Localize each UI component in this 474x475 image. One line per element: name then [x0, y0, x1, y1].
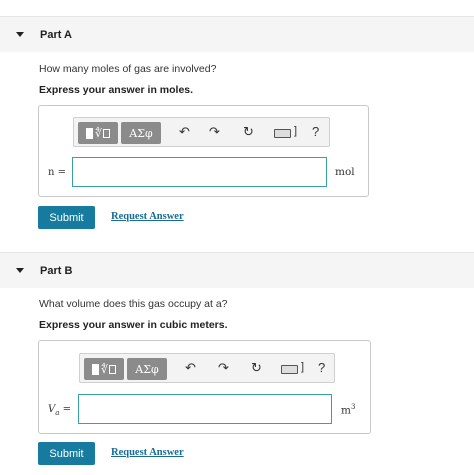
part-b-unit-base: m	[341, 404, 351, 417]
part-a-submit-button[interactable]: Submit	[38, 206, 95, 229]
template-box-icon	[103, 128, 110, 138]
keyboard-icon[interactable]	[274, 129, 291, 138]
part-a-instruction: Express your answer in moles.	[39, 84, 194, 96]
part-a-title: Part A	[40, 28, 72, 41]
reset-icon[interactable]: ↻	[243, 125, 254, 141]
template-box-icon	[109, 364, 116, 374]
part-a-request-answer-link[interactable]: Request Answer	[111, 211, 184, 222]
part-b-variable-eq: =	[59, 404, 71, 415]
part-a-answer-input[interactable]	[72, 157, 327, 187]
redo-icon[interactable]: ↷	[209, 125, 220, 141]
keyboard-icon[interactable]	[281, 365, 298, 374]
part-b-submit-button[interactable]: Submit	[38, 442, 95, 465]
help-icon[interactable]: ?	[312, 124, 319, 139]
part-a-variable-label: n =	[48, 167, 66, 178]
radical-icon: ∜	[94, 126, 102, 140]
keyboard-bracket-icon: ]	[294, 125, 298, 137]
reset-icon[interactable]: ↻	[251, 361, 262, 377]
part-b-instruction: Express your answer in cubic meters.	[39, 319, 228, 331]
help-icon[interactable]: ?	[318, 360, 325, 375]
part-b-question: What volume does this gas occupy at a?	[39, 298, 228, 310]
caret-down-icon[interactable]	[16, 268, 24, 273]
part-b-unit-exp: 3	[350, 403, 356, 411]
part-b-toolbar: ∜ ΑΣφ ↶ ↷ ↻ ] ?	[79, 353, 335, 383]
caret-down-icon[interactable]	[16, 32, 24, 37]
part-a-question: How many moles of gas are involved?	[39, 63, 217, 75]
part-b-unit: m3	[341, 403, 355, 417]
templates-button[interactable]: ∜	[84, 358, 124, 380]
part-b-header[interactable]: Part B	[0, 252, 474, 288]
radical-icon: ∜	[100, 362, 108, 376]
undo-icon[interactable]: ↶	[179, 125, 190, 141]
undo-icon[interactable]: ↶	[185, 361, 196, 377]
templates-button[interactable]: ∜	[78, 122, 118, 144]
part-a-toolbar: ∜ ΑΣφ ↶ ↷ ↻ ] ?	[73, 117, 330, 147]
part-a-header[interactable]: Part A	[0, 16, 474, 52]
template-square-icon	[85, 127, 93, 139]
redo-icon[interactable]: ↷	[218, 361, 229, 377]
part-b-answer-input[interactable]	[78, 394, 332, 424]
part-a-unit: mol	[335, 166, 355, 178]
part-b-request-answer-link[interactable]: Request Answer	[111, 447, 184, 458]
part-b-title: Part B	[40, 264, 73, 277]
part-b-variable-label: Va =	[48, 404, 71, 417]
keyboard-bracket-icon: ]	[301, 361, 305, 373]
greek-symbols-button[interactable]: ΑΣφ	[121, 122, 161, 144]
greek-symbols-button[interactable]: ΑΣφ	[127, 358, 167, 380]
template-square-icon	[91, 363, 99, 375]
